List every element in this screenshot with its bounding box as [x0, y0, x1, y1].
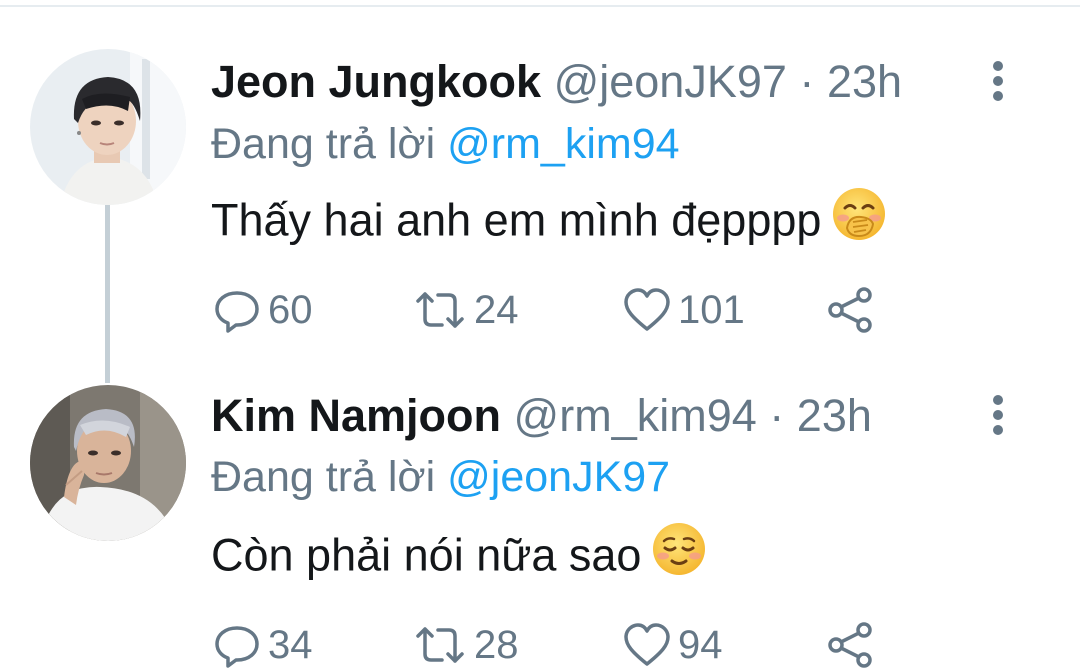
like-button[interactable]: 94	[622, 620, 723, 669]
top-divider	[0, 5, 1080, 7]
more-options-icon[interactable]	[978, 386, 1018, 446]
reply-count: 34	[268, 623, 313, 667]
retweet-count: 28	[474, 623, 519, 667]
retweet-icon	[412, 620, 468, 669]
hand-over-mouth-emoji	[831, 186, 887, 253]
like-count: 101	[678, 288, 745, 332]
like-icon	[622, 620, 672, 669]
tweet-body: Còn phải nói nữa sao	[211, 523, 707, 588]
tweet-header: Jeon Jungkook @jeonJK97 · 23h	[211, 56, 902, 108]
reply-icon	[212, 285, 262, 335]
tweet-actions: 60 24 101	[212, 285, 892, 335]
reply-icon	[212, 620, 262, 669]
like-icon	[622, 285, 672, 335]
separator-dot: ·	[769, 390, 785, 441]
retweet-button[interactable]: 28	[412, 620, 519, 669]
reply-context: Đang trả lời @rm_kim94	[211, 119, 680, 169]
separator-dot: ·	[799, 56, 815, 107]
tweet-text: Thấy hai anh em mình đẹpppp	[211, 194, 822, 246]
tweet-text: Còn phải nói nữa sao	[211, 529, 642, 581]
retweet-button[interactable]: 24	[412, 285, 519, 335]
author-handle[interactable]: @jeonJK97	[554, 56, 787, 107]
author-name[interactable]: Jeon Jungkook	[211, 56, 541, 107]
tweet-time[interactable]: 23h	[827, 56, 902, 107]
like-button[interactable]: 101	[622, 285, 745, 335]
tweet-actions: 34 28 94	[212, 620, 892, 669]
author-name[interactable]: Kim Namjoon	[211, 390, 501, 441]
retweet-icon	[412, 285, 468, 335]
avatar-jungkook[interactable]	[30, 49, 186, 205]
reply-context: Đang trả lời @jeonJK97	[211, 452, 670, 502]
tweet-header: Kim Namjoon @rm_kim94 · 23h	[211, 390, 872, 442]
tweet-thread: Jeon Jungkook @jeonJK97 · 23h Đang trả l…	[0, 0, 1080, 669]
retweet-count: 24	[474, 288, 519, 332]
reply-label: Đang trả lời	[211, 453, 436, 501]
thread-connector-line	[105, 205, 110, 383]
author-handle[interactable]: @rm_kim94	[514, 390, 757, 441]
reply-mention-link[interactable]: @jeonJK97	[447, 453, 670, 501]
share-icon	[826, 620, 876, 669]
reply-count: 60	[268, 288, 313, 332]
reply-label: Đang trả lời	[211, 120, 436, 168]
reply-button[interactable]: 60	[212, 285, 313, 335]
share-button[interactable]	[826, 620, 876, 669]
share-icon	[826, 285, 876, 335]
avatar-namjoon[interactable]	[30, 385, 186, 541]
tweet-body: Thấy hai anh em mình đẹpppp	[211, 188, 887, 253]
more-options-icon[interactable]	[978, 52, 1018, 112]
reply-button[interactable]: 34	[212, 620, 313, 669]
relieved-face-emoji	[651, 521, 707, 588]
reply-mention-link[interactable]: @rm_kim94	[447, 120, 679, 168]
share-button[interactable]	[826, 285, 876, 335]
tweet-time[interactable]: 23h	[797, 390, 872, 441]
like-count: 94	[678, 623, 723, 667]
